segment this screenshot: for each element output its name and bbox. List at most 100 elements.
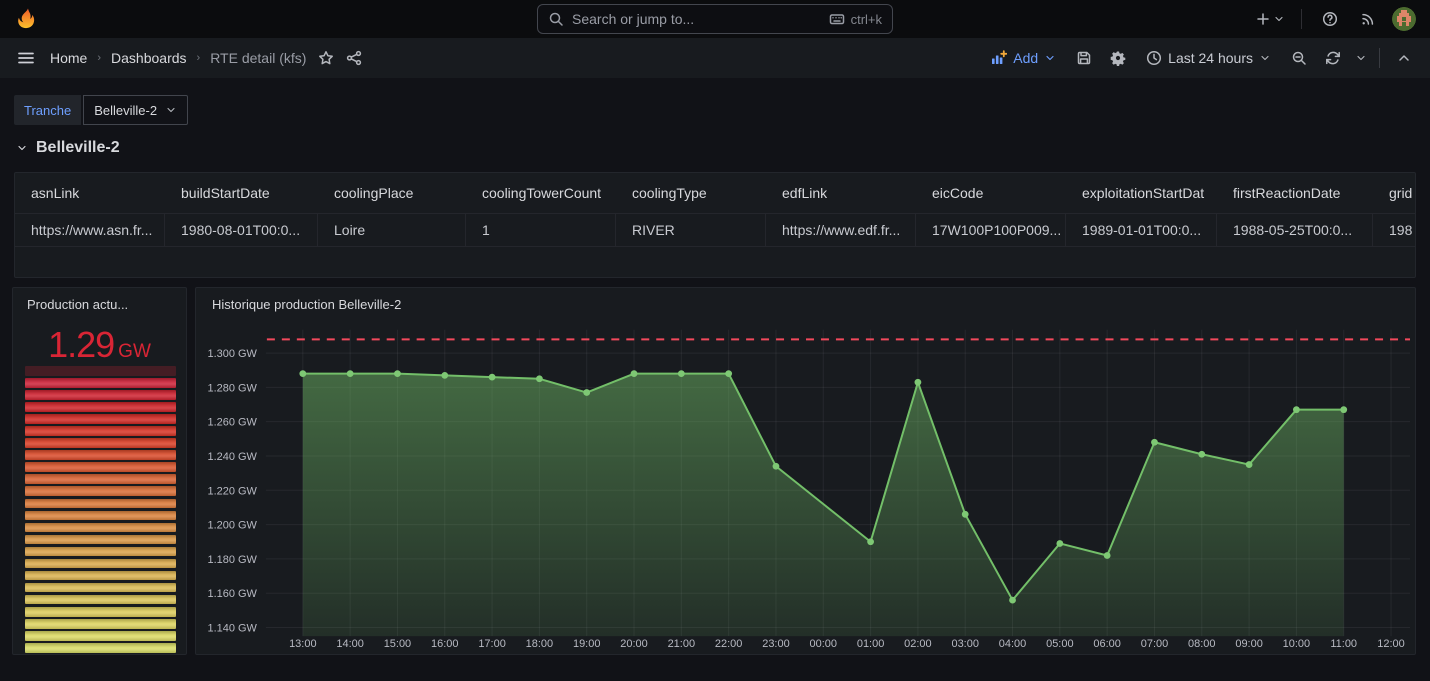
gauge-panel-title: Production actu... [13,288,186,312]
table-header-cell[interactable]: buildStartDate [165,185,318,201]
variable-value-dropdown[interactable]: Belleville-2 [83,95,188,125]
table-header-cell[interactable]: eicCode [916,185,1066,201]
data-point[interactable] [725,370,732,377]
table-header-cell[interactable]: coolingTowerCount [466,185,616,201]
gauge-segment [25,474,176,484]
y-axis-labels: 1.140 GW1.160 GW1.180 GW1.200 GW1.220 GW… [207,348,257,634]
search-input[interactable] [572,11,821,27]
data-point[interactable] [867,538,874,545]
gauge-segment [25,438,176,448]
rss-icon [1360,11,1376,27]
breadcrumb-home[interactable]: Home [50,50,87,66]
svg-text:10:00: 10:00 [1283,638,1310,650]
x-axis-labels: 13:0014:0015:0016:0017:0018:0019:0020:00… [289,638,1405,650]
table-cell: https://www.asn.fr... [15,214,165,246]
data-point[interactable] [915,379,922,386]
data-point[interactable] [1198,451,1205,458]
dashboard-settings-button[interactable] [1104,44,1132,72]
chevron-right-icon: › [97,52,101,64]
zoom-out-button[interactable] [1285,44,1313,72]
save-dashboard-button[interactable] [1070,44,1098,72]
favorite-button[interactable] [312,44,340,72]
search-shortcut: ctrl+k [829,11,882,27]
chevron-down-icon [165,104,177,116]
history-chart-panel: 1.140 GW1.160 GW1.180 GW1.200 GW1.220 GW… [195,287,1416,655]
data-point[interactable] [1340,406,1347,413]
svg-text:21:00: 21:00 [668,638,695,650]
gauge-segment [25,619,176,629]
svg-text:17:00: 17:00 [478,638,505,650]
data-point[interactable] [773,463,780,470]
table-header-cell[interactable]: asnLink [15,185,165,201]
help-button[interactable] [1316,5,1344,33]
data-point[interactable] [1151,439,1158,446]
svg-text:19:00: 19:00 [573,638,600,650]
breadcrumb-dashboards[interactable]: Dashboards [111,50,187,66]
zoom-out-icon [1291,50,1307,66]
data-point[interactable] [1009,597,1016,604]
data-point[interactable] [631,370,638,377]
grafana-logo[interactable] [14,6,40,32]
refresh-interval-picker[interactable] [1353,44,1369,72]
chevron-down-icon [16,142,28,154]
hamburger-icon [17,50,35,66]
variable-label: Tranche [14,95,81,125]
new-button[interactable] [1253,5,1287,33]
data-point[interactable] [678,370,685,377]
svg-text:01:00: 01:00 [857,638,884,650]
svg-text:1.300 GW: 1.300 GW [207,348,257,360]
table-header-cell[interactable]: firstReactionDate [1217,185,1373,201]
divider [1379,48,1380,68]
gauge-segment [25,511,176,521]
data-point[interactable] [1293,406,1300,413]
chevron-down-icon [1273,13,1285,25]
data-point[interactable] [1056,540,1063,547]
table-header-cell[interactable]: exploitationStartDat [1066,185,1217,201]
svg-text:22:00: 22:00 [715,638,742,650]
data-point[interactable] [489,374,496,381]
svg-text:03:00: 03:00 [951,638,978,650]
graph-add-icon [991,50,1007,66]
production-gauge-panel: Production actu... 1.29GW [12,287,187,655]
details-table-panel: asnLinkbuildStartDatecoolingPlacecooling… [14,172,1416,278]
dashboard-row-header[interactable]: Belleville-2 [16,139,120,157]
search-bar[interactable]: ctrl+k [537,4,893,34]
table-header-cell[interactable]: grid [1373,185,1416,201]
divider [1301,9,1302,29]
svg-text:1.180 GW: 1.180 GW [207,554,257,566]
time-series-chart[interactable]: 1.140 GW1.160 GW1.180 GW1.200 GW1.220 GW… [196,288,1415,654]
gauge-value: 1.29GW [13,324,186,366]
svg-text:05:00: 05:00 [1046,638,1073,650]
data-point[interactable] [1246,461,1253,468]
table-header-cell[interactable]: coolingPlace [318,185,466,201]
data-point[interactable] [583,389,590,396]
data-point[interactable] [1104,552,1111,559]
collapse-toolbar-button[interactable] [1390,44,1418,72]
svg-text:07:00: 07:00 [1141,638,1168,650]
news-button[interactable] [1354,5,1382,33]
time-range-picker[interactable]: Last 24 hours [1138,43,1279,73]
data-point[interactable] [441,372,448,379]
table-header-cell[interactable]: edfLink [766,185,916,201]
gauge-segment [25,595,176,605]
table-header-cell[interactable]: coolingType [616,185,766,201]
data-point[interactable] [299,370,306,377]
refresh-button[interactable] [1319,44,1347,72]
chart-panel-title: Historique production Belleville-2 [198,288,415,312]
data-point[interactable] [536,375,543,382]
share-button[interactable] [340,44,368,72]
table-cell: 17W100P100P009... [916,214,1066,246]
gauge-bars [25,366,176,653]
data-point[interactable] [394,370,401,377]
gauge-segment [25,547,176,557]
user-avatar[interactable] [1392,7,1416,31]
mega-menu-button[interactable] [12,44,40,72]
svg-text:1.220 GW: 1.220 GW [207,485,257,497]
data-point[interactable] [962,511,969,518]
data-point[interactable] [347,370,354,377]
add-panel-button[interactable]: Add [983,43,1064,73]
gauge-segment [25,426,176,436]
svg-text:16:00: 16:00 [431,638,458,650]
svg-text:1.240 GW: 1.240 GW [207,451,257,463]
svg-text:1.200 GW: 1.200 GW [207,520,257,532]
